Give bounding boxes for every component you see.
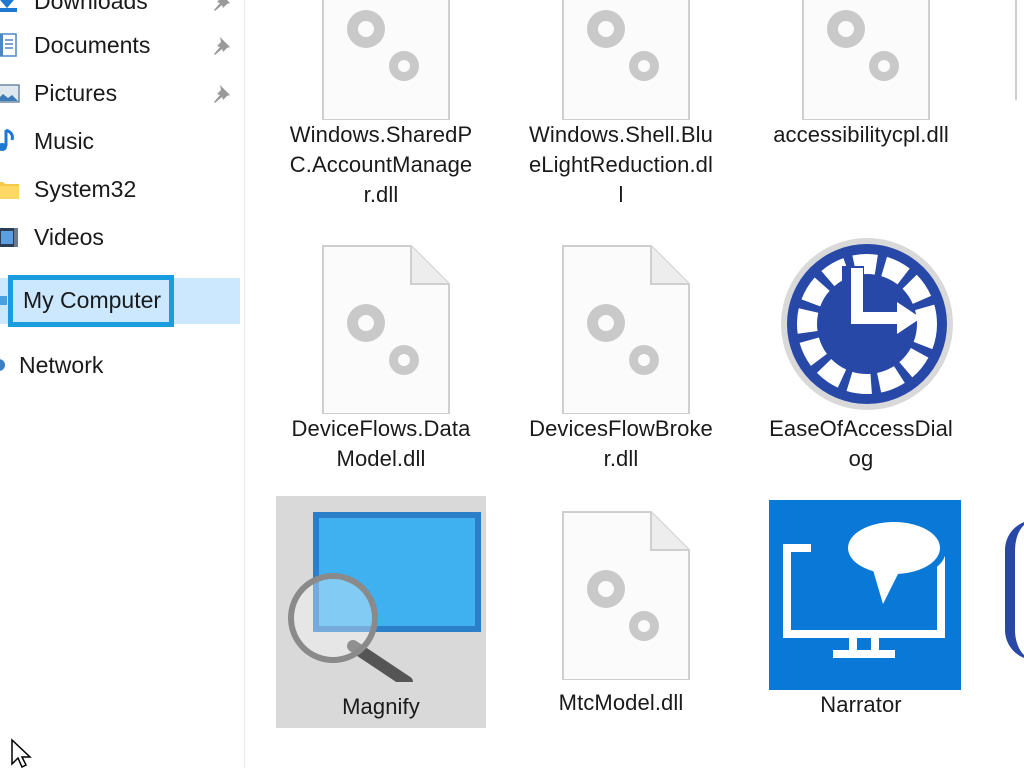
file-item-mtcmodel[interactable]: MtcModel.dll bbox=[516, 504, 726, 718]
dll-gear-icon bbox=[281, 238, 481, 415]
pin-icon[interactable] bbox=[210, 81, 234, 105]
navigation-pane[interactable]: Downloads Documents Pictures Music Syste… bbox=[0, 0, 245, 768]
narrator-icon bbox=[761, 500, 961, 690]
pin-icon[interactable] bbox=[210, 33, 234, 57]
folder-icon bbox=[0, 176, 20, 202]
sidebar-item-label: My Computer bbox=[8, 275, 175, 327]
file-item-windows-sharedpc-accountmanager[interactable]: Windows.SharedPC.AccountManager.dll bbox=[276, 0, 486, 210]
sidebar-item-documents[interactable]: Documents bbox=[0, 22, 240, 68]
documents-icon bbox=[0, 32, 20, 58]
magnifier-icon bbox=[281, 496, 481, 688]
file-list-pane[interactable]: Windows.SharedPC.AccountManager.dll Wind… bbox=[245, 0, 1024, 768]
sidebar-item-label: System32 bbox=[34, 175, 137, 202]
file-item-deviceflows-datamodel[interactable]: DeviceFlows.DataModel.dll bbox=[276, 238, 486, 474]
file-explorer-window: Downloads Documents Pictures Music Syste… bbox=[0, 0, 1024, 768]
dll-gear-icon bbox=[521, 0, 721, 121]
file-name: Windows.Shell.BlueLightReduction.dll bbox=[528, 122, 714, 207]
file-item-magnify[interactable]: Magnify bbox=[276, 496, 486, 728]
file-name: DeviceFlows.DataModel.dll bbox=[291, 416, 471, 471]
file-item-easeofaccessdialog[interactable]: EaseOfAccessDialog bbox=[756, 238, 966, 474]
sidebar-item-label: Network bbox=[19, 351, 104, 378]
dll-gear-icon bbox=[761, 0, 961, 121]
sidebar-item-videos[interactable]: Videos bbox=[0, 214, 240, 260]
dll-gear-icon bbox=[521, 504, 721, 681]
sidebar-item-label: Downloads bbox=[34, 0, 148, 14]
file-item-windows-shell-bluelightreduction[interactable]: Windows.Shell.BlueLightReduction.dll bbox=[516, 0, 726, 210]
dll-gear-icon bbox=[281, 0, 481, 121]
sidebar-item-system32[interactable]: System32 bbox=[0, 166, 240, 212]
partial-file-edge bbox=[1005, 520, 1024, 660]
sidebar-item-downloads[interactable]: Downloads bbox=[0, 0, 240, 24]
file-item-narrator[interactable]: Narrator bbox=[756, 500, 966, 720]
sidebar-item-label: Pictures bbox=[34, 79, 118, 106]
sidebar-item-music[interactable]: Music bbox=[0, 118, 240, 164]
sidebar-item-network[interactable]: Network bbox=[0, 342, 240, 388]
file-name: Narrator bbox=[820, 692, 902, 717]
music-icon bbox=[0, 128, 20, 154]
file-name: MtcModel.dll bbox=[558, 690, 684, 715]
file-name: EaseOfAccessDialog bbox=[769, 416, 953, 471]
pin-icon[interactable] bbox=[210, 0, 234, 13]
sidebar-item-my-computer[interactable]: My Computer bbox=[0, 275, 240, 327]
dll-gear-icon bbox=[521, 238, 721, 415]
ease-of-access-icon bbox=[761, 238, 961, 414]
network-icon bbox=[0, 352, 12, 378]
sidebar-item-label: Documents bbox=[34, 31, 151, 58]
file-name: Windows.SharedPC.AccountManager.dll bbox=[289, 122, 473, 207]
file-name: accessibilitycpl.dll bbox=[773, 122, 949, 147]
sidebar-item-label: Videos bbox=[34, 223, 104, 250]
partial-file-edge bbox=[1015, 0, 1024, 100]
sidebar-item-label: Music bbox=[34, 127, 95, 154]
file-name: DevicesFlowBroker.dll bbox=[529, 416, 713, 471]
file-name: Magnify bbox=[342, 694, 420, 719]
pictures-icon bbox=[0, 80, 20, 106]
file-item-accessibilitycpl[interactable]: accessibilitycpl.dll bbox=[756, 0, 966, 150]
file-item-devicesflowbroker[interactable]: DevicesFlowBroker.dll bbox=[516, 238, 726, 474]
sidebar-item-pictures[interactable]: Pictures bbox=[0, 70, 240, 116]
videos-icon bbox=[0, 224, 20, 250]
downloads-icon bbox=[0, 0, 20, 14]
mouse-cursor-icon bbox=[11, 738, 32, 768]
